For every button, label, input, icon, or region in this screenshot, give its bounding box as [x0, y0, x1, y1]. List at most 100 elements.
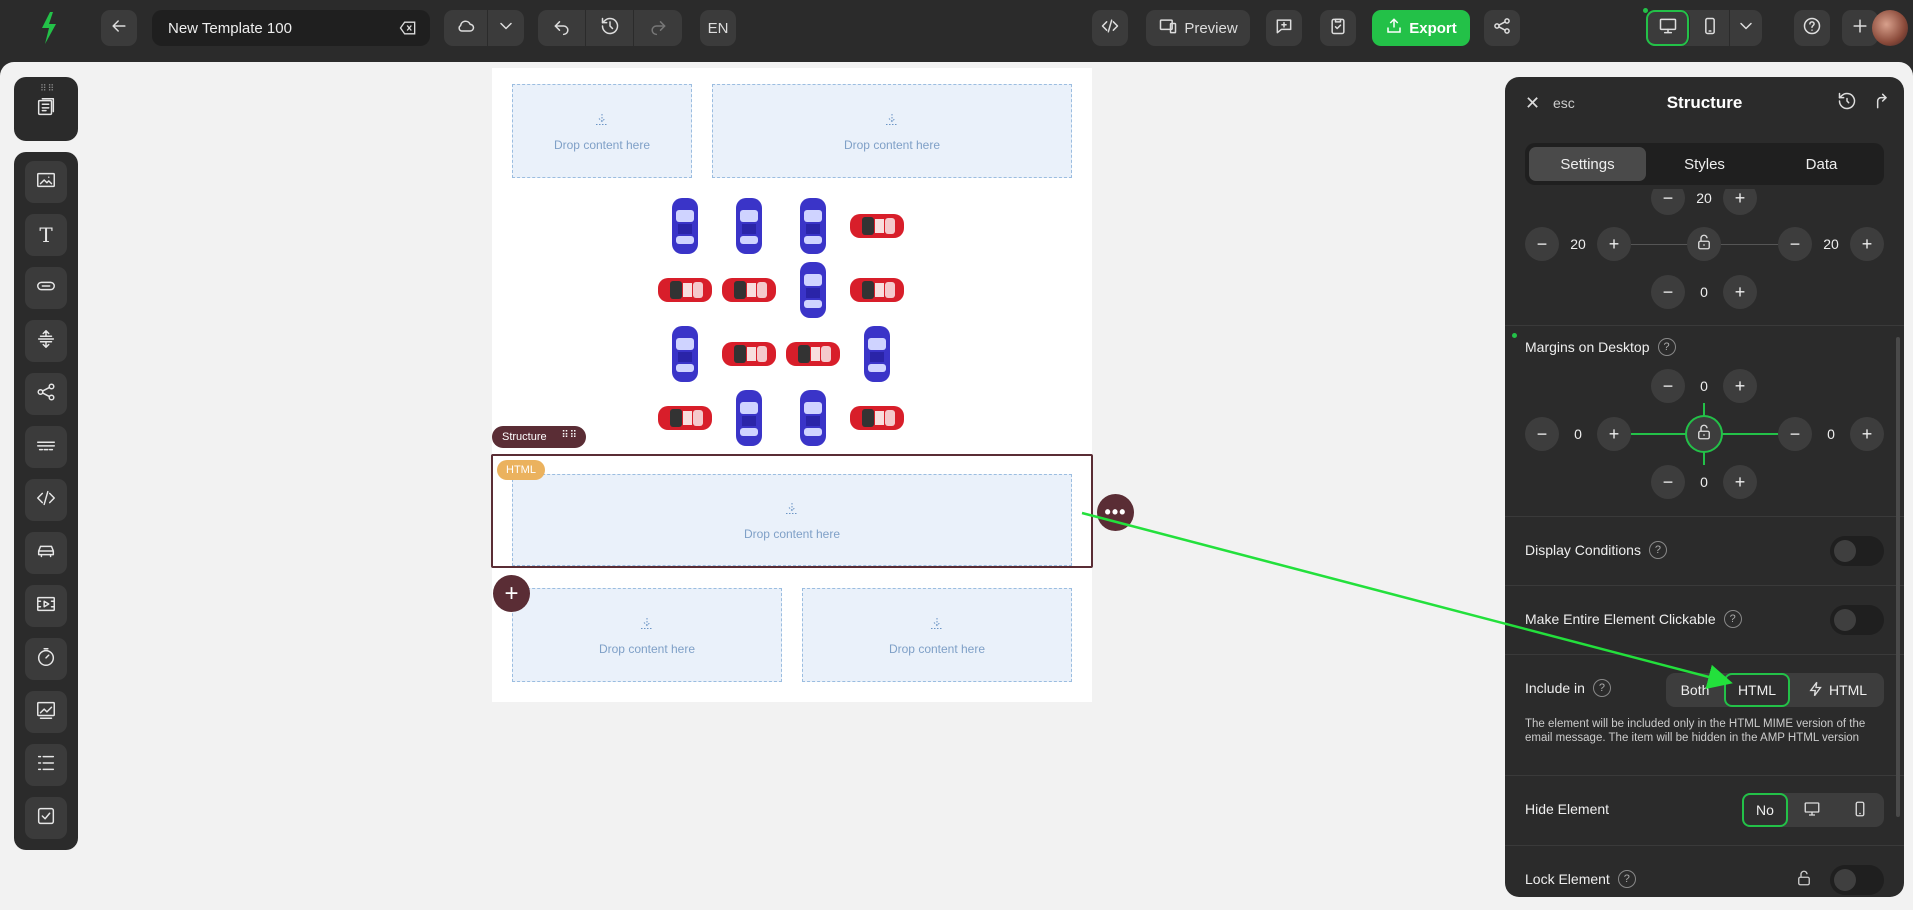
help-icon[interactable]: ? [1592, 679, 1611, 697]
layers-panel-button[interactable]: ⠿⠿ [14, 77, 78, 141]
save-options-button[interactable] [488, 10, 524, 46]
margin-top-stepper[interactable]: −0 + [1651, 369, 1757, 403]
text-block-button[interactable]: T [25, 214, 67, 256]
language-button[interactable]: EN [700, 10, 736, 46]
cloud-save-button[interactable] [444, 10, 488, 46]
video-block-button[interactable] [25, 585, 67, 627]
margin-left-stepper[interactable]: −0 + [1525, 417, 1631, 451]
padding-right-stepper[interactable]: −20 + [1778, 227, 1884, 261]
plus-icon[interactable]: + [1723, 369, 1757, 403]
button-block-button[interactable] [25, 267, 67, 309]
tab-data[interactable]: Data [1763, 147, 1880, 181]
drop-zone[interactable]: Drop content here [512, 84, 692, 178]
preview-button[interactable]: Preview [1146, 10, 1250, 46]
menu-block-button[interactable] [25, 426, 67, 468]
plus-icon[interactable]: + [1723, 465, 1757, 499]
reset-icon[interactable] [1837, 91, 1857, 116]
padding-lock-button[interactable] [1687, 227, 1721, 261]
email-canvas[interactable]: Drop content here Drop content here Drop… [492, 68, 1092, 702]
avatar[interactable] [1872, 10, 1908, 46]
mobile-view-button[interactable] [1690, 10, 1730, 46]
margin-right-stepper[interactable]: −0 + [1778, 417, 1884, 451]
clickable-toggle[interactable] [1830, 605, 1884, 635]
hide-desktop-option[interactable] [1788, 793, 1836, 827]
hide-mobile-option[interactable] [1836, 793, 1884, 827]
minus-icon[interactable]: − [1651, 465, 1685, 499]
tab-styles[interactable]: Styles [1646, 147, 1763, 181]
margin-lock-button[interactable] [1687, 417, 1721, 451]
history-button[interactable] [586, 10, 634, 46]
help-icon[interactable]: ? [1723, 610, 1742, 628]
checklist-button[interactable] [1320, 10, 1356, 46]
timer-block-button[interactable] [25, 638, 67, 680]
structure-label[interactable]: Structure ⠿⠿ [492, 426, 586, 448]
minus-icon[interactable]: − [1651, 275, 1685, 309]
lock-element-toggle[interactable] [1830, 865, 1884, 895]
unlock-icon [1695, 233, 1713, 256]
clear-icon[interactable] [398, 18, 418, 42]
template-title-input[interactable]: New Template 100 [152, 10, 430, 46]
hide-element-text: Hide Element [1525, 801, 1610, 817]
html-block-button[interactable] [25, 479, 67, 521]
plus-icon[interactable]: + [1723, 275, 1757, 309]
margin-bottom-stepper[interactable]: −0 + [1651, 465, 1757, 499]
padding-bottom-stepper[interactable]: −0 + [1651, 275, 1757, 309]
select-parent-icon[interactable] [1871, 91, 1891, 116]
plus-icon[interactable]: + [1850, 227, 1884, 261]
add-structure-button[interactable]: + [493, 575, 530, 612]
desktop-view-button[interactable] [1646, 10, 1690, 46]
padding-top-stepper[interactable]: −20 + [1651, 189, 1757, 215]
padding-left-stepper[interactable]: −20 + [1525, 227, 1631, 261]
hide-no-option[interactable]: No [1742, 793, 1788, 827]
export-button[interactable]: Export [1372, 10, 1470, 46]
drop-zone[interactable]: Drop content here [512, 588, 782, 682]
list-block-button[interactable] [25, 744, 67, 786]
drop-zone[interactable]: Drop content here [802, 588, 1072, 682]
drag-handle-icon[interactable]: ⠿⠿ [561, 430, 578, 441]
minus-icon[interactable]: − [1778, 417, 1812, 451]
image-icon [35, 169, 57, 196]
minus-icon[interactable]: − [1778, 227, 1812, 261]
help-icon[interactable]: ? [1617, 870, 1636, 888]
template-title-text: New Template 100 [168, 19, 292, 37]
minus-icon[interactable]: − [1525, 417, 1559, 451]
share-button[interactable] [1484, 10, 1520, 46]
undo-button[interactable] [538, 10, 586, 46]
minus-icon[interactable]: − [1525, 227, 1559, 261]
help-button[interactable] [1794, 10, 1830, 46]
desktop-icon [1803, 800, 1821, 821]
spacer-block-button[interactable] [25, 320, 67, 362]
product-block-button[interactable] [25, 532, 67, 574]
tab-settings[interactable]: Settings [1529, 147, 1646, 181]
minus-icon[interactable]: − [1651, 189, 1685, 215]
social-block-button[interactable] [25, 373, 67, 415]
image-block-button[interactable] [25, 161, 67, 203]
redo-button[interactable] [634, 10, 682, 46]
code-view-button[interactable] [1092, 10, 1128, 46]
display-conditions-toggle[interactable] [1830, 536, 1884, 566]
banner-block-button[interactable] [25, 691, 67, 733]
plus-icon[interactable]: + [1850, 417, 1884, 451]
help-icon[interactable]: ? [1657, 338, 1676, 356]
help-icon[interactable]: ? [1648, 541, 1667, 559]
selected-structure-frame[interactable] [491, 454, 1093, 568]
back-button[interactable] [101, 10, 137, 46]
panel-scrollbar[interactable] [1896, 337, 1900, 817]
drop-zone[interactable]: Drop content here [712, 84, 1072, 178]
more-options-button[interactable]: ••• [1097, 494, 1134, 531]
comment-button[interactable] [1266, 10, 1302, 46]
divider [1505, 654, 1904, 655]
include-html-option[interactable]: HTML [1724, 673, 1790, 707]
list-icon [35, 752, 57, 779]
plus-icon[interactable]: + [1597, 227, 1631, 261]
plus-icon[interactable]: + [1597, 417, 1631, 451]
include-amp-option[interactable]: HTML [1790, 673, 1884, 707]
plus-icon[interactable]: + [1723, 189, 1757, 215]
include-description: The element will be included only in the… [1525, 718, 1866, 744]
minus-icon[interactable]: − [1651, 369, 1685, 403]
device-options-button[interactable] [1730, 10, 1762, 46]
cars-image[interactable] [652, 196, 912, 446]
form-block-button[interactable] [25, 797, 67, 839]
include-both-option[interactable]: Both [1666, 673, 1724, 707]
drag-handle-icon[interactable]: ⠿⠿ [40, 83, 55, 94]
